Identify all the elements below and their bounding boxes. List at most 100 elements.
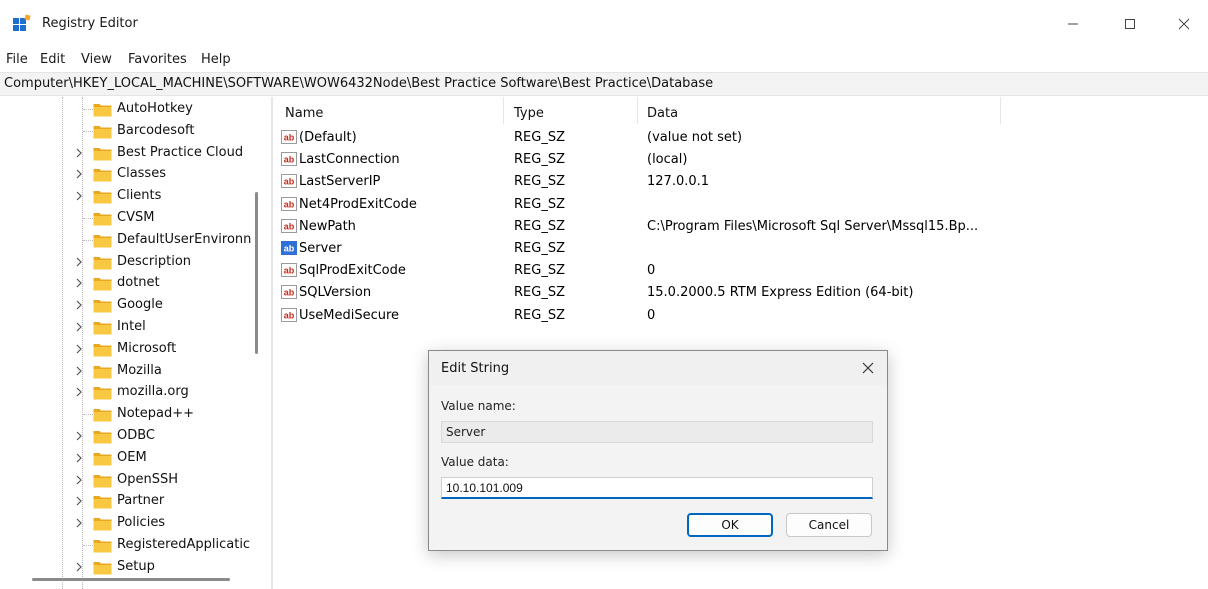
tree-item-label: Intel bbox=[117, 319, 146, 334]
chevron-right-icon[interactable] bbox=[73, 343, 85, 355]
tree-item[interactable]: Partner bbox=[0, 491, 248, 512]
menu-view[interactable]: View bbox=[81, 52, 112, 67]
value-type: REG_SZ bbox=[514, 241, 565, 256]
value-data-input[interactable] bbox=[441, 477, 873, 499]
menu-favorites[interactable]: Favorites bbox=[128, 52, 187, 67]
folder-icon bbox=[93, 452, 112, 466]
chevron-right-icon[interactable] bbox=[73, 365, 85, 377]
tree-item[interactable]: Google bbox=[0, 295, 248, 316]
tree-connector bbox=[83, 239, 93, 241]
chevron-right-icon[interactable] bbox=[73, 168, 85, 180]
tree-item-label: Best Practice Cloud bbox=[117, 144, 244, 160]
chevron-right-icon[interactable] bbox=[73, 190, 85, 202]
tree-item[interactable]: Classes bbox=[0, 164, 248, 185]
chevron-right-icon[interactable] bbox=[73, 386, 85, 398]
tree-item[interactable]: Description bbox=[0, 252, 248, 273]
chevron-right-icon[interactable] bbox=[73, 299, 85, 311]
chevron-right-icon[interactable] bbox=[73, 321, 85, 333]
maximize-icon bbox=[1125, 19, 1135, 29]
column-header-data[interactable]: Data bbox=[647, 106, 678, 121]
close-button[interactable] bbox=[1164, 14, 1204, 34]
address-bar[interactable]: Computer\HKEY_LOCAL_MACHINE\SOFTWARE\WOW… bbox=[0, 72, 1208, 96]
column-header-type[interactable]: Type bbox=[514, 106, 544, 121]
edit-string-dialog: Edit String Value name: Server Value dat… bbox=[428, 350, 888, 551]
tree-item[interactable]: CVSM bbox=[0, 208, 248, 229]
chevron-right-icon[interactable] bbox=[73, 474, 85, 486]
svg-text:ab: ab bbox=[284, 177, 295, 187]
string-value-icon: ab bbox=[281, 152, 297, 167]
tree-item[interactable]: AutoHotkey bbox=[0, 99, 248, 120]
chevron-right-icon[interactable] bbox=[73, 495, 85, 507]
tree-item[interactable]: Barcodesoft bbox=[0, 121, 248, 142]
registry-value-row[interactable]: ab Net4ProdExitCode REG_SZ bbox=[273, 194, 1208, 216]
ok-button[interactable]: OK bbox=[687, 513, 773, 537]
chevron-right-icon[interactable] bbox=[73, 256, 85, 268]
registry-editor-icon bbox=[13, 14, 31, 31]
tree-item[interactable]: Clients bbox=[0, 186, 248, 207]
key-tree-pane[interactable]: AutoHotkey Barcodesoft Best Practice Cloud… bbox=[0, 97, 271, 589]
window-title: Registry Editor bbox=[42, 16, 138, 31]
tree-item[interactable]: Intel bbox=[0, 317, 248, 338]
registry-value-row[interactable]: ab UseMediSecure REG_SZ 0 bbox=[273, 305, 1208, 327]
tree-item-label: Policies bbox=[117, 515, 166, 531]
value-name-label: Value name: bbox=[441, 399, 516, 413]
menu-help[interactable]: Help bbox=[201, 52, 231, 67]
column-separator[interactable] bbox=[503, 97, 504, 124]
svg-text:ab: ab bbox=[284, 133, 295, 143]
minimize-button[interactable] bbox=[1053, 14, 1093, 34]
column-separator[interactable] bbox=[1000, 97, 1001, 124]
chevron-right-icon[interactable] bbox=[73, 277, 85, 289]
folder-icon bbox=[93, 169, 112, 182]
tree-item[interactable]: DefaultUserEnvironn bbox=[0, 230, 251, 251]
value-name: LastServerIP bbox=[299, 174, 381, 190]
registry-value-row[interactable]: ab (Default) REG_SZ (value not set) bbox=[273, 127, 1208, 149]
tree-item[interactable]: ODBC bbox=[0, 426, 248, 447]
cancel-button[interactable]: Cancel bbox=[786, 513, 872, 537]
value-data: 15.0.2000.5 RTM Express Edition (64-bit) bbox=[647, 285, 914, 301]
chevron-right-icon[interactable] bbox=[73, 147, 85, 159]
chevron-right-icon[interactable] bbox=[73, 430, 85, 442]
tree-item-label: Description bbox=[117, 253, 192, 269]
folder-icon bbox=[93, 125, 112, 139]
folder-icon bbox=[93, 278, 112, 291]
tree-item[interactable]: Policies bbox=[0, 513, 248, 534]
tree-item[interactable]: RegisteredApplicatic bbox=[0, 535, 250, 556]
close-icon[interactable] bbox=[859, 359, 877, 377]
folder-icon bbox=[93, 343, 112, 357]
tree-item[interactable]: OEM bbox=[0, 448, 248, 469]
tree-item[interactable]: Microsoft bbox=[0, 339, 248, 360]
tree-vertical-scrollbar[interactable] bbox=[255, 192, 258, 354]
value-name-field: Server bbox=[441, 421, 873, 443]
chevron-right-icon[interactable] bbox=[73, 517, 85, 529]
dialog-title-bar: Edit String bbox=[429, 351, 887, 385]
registry-value-row[interactable]: ab SQLVersion REG_SZ 15.0.2000.5 RTM Expres… bbox=[273, 282, 1208, 304]
chevron-right-icon[interactable] bbox=[73, 452, 85, 464]
column-header-name[interactable]: Name bbox=[285, 106, 323, 121]
menu-edit[interactable]: Edit bbox=[40, 52, 65, 67]
value-type: REG_SZ bbox=[514, 218, 565, 234]
registry-value-row[interactable]: ab LastConnection REG_SZ (local) bbox=[273, 149, 1208, 171]
tree-item[interactable]: Notepad++ bbox=[0, 404, 248, 425]
registry-value-row[interactable]: ab Server REG_SZ bbox=[273, 238, 1208, 260]
tree-item-label: ODBC bbox=[117, 428, 156, 443]
tree-item[interactable]: dotnet bbox=[0, 273, 248, 294]
folder-icon bbox=[93, 518, 112, 531]
tree-item[interactable]: Best Practice Cloud bbox=[0, 143, 248, 164]
tree-item[interactable]: mozilla.org bbox=[0, 382, 248, 403]
value-type: REG_SZ bbox=[514, 130, 565, 145]
chevron-right-icon[interactable] bbox=[73, 561, 85, 573]
tree-item-label: Clients bbox=[117, 188, 162, 204]
tree-item[interactable]: Mozilla bbox=[0, 361, 248, 382]
menu-file[interactable]: File bbox=[6, 52, 28, 67]
maximize-button[interactable] bbox=[1110, 14, 1150, 34]
value-data-label: Value data: bbox=[441, 455, 509, 469]
tree-item[interactable]: Setup bbox=[0, 557, 248, 578]
tree-horizontal-scrollbar[interactable] bbox=[32, 578, 230, 581]
column-separator[interactable] bbox=[637, 97, 638, 124]
string-value-icon: ab bbox=[281, 307, 297, 322]
registry-value-row[interactable]: ab SqlProdExitCode REG_SZ 0 bbox=[273, 260, 1208, 282]
svg-text:ab: ab bbox=[284, 310, 295, 320]
registry-value-row[interactable]: ab LastServerIP REG_SZ 127.0.0.1 bbox=[273, 171, 1208, 193]
registry-value-row[interactable]: ab NewPath REG_SZ C:\Program Files\Microsof… bbox=[273, 216, 1208, 238]
tree-item[interactable]: OpenSSH bbox=[0, 470, 248, 491]
